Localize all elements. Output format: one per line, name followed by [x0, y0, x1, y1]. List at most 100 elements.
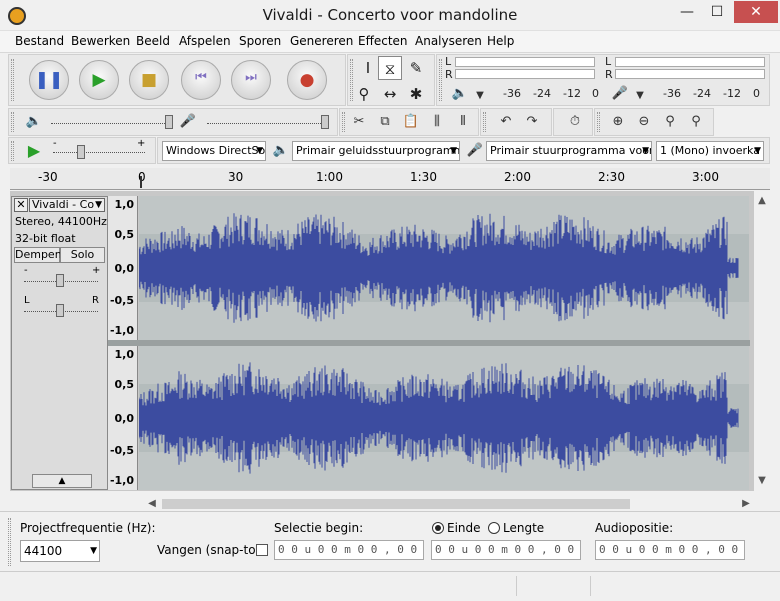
stop-button[interactable]: ■: [129, 60, 169, 100]
menu-effecten[interactable]: Effecten: [358, 34, 408, 48]
horizontal-scroll-thumb[interactable]: [162, 499, 630, 509]
play-meter-bar-r[interactable]: [615, 69, 765, 79]
ruler-tick-label: 2:30: [598, 170, 625, 184]
fit-selection-icon[interactable]: ⚲: [659, 111, 681, 133]
trim-icon[interactable]: ⫼: [426, 111, 448, 133]
gain-slider-thumb[interactable]: [56, 274, 64, 287]
chevron-down-icon[interactable]: ▼: [629, 85, 651, 107]
close-button[interactable]: ✕: [734, 1, 778, 23]
menu-beeld[interactable]: Beeld: [136, 34, 170, 48]
playhead-marker[interactable]: [140, 176, 148, 188]
microphone-icon[interactable]: 🎤: [609, 83, 631, 105]
speed-slider[interactable]: [53, 152, 145, 153]
playback-device-select[interactable]: Primair geluidsstuurprogramma ▼: [292, 141, 460, 161]
track-close-icon[interactable]: ✕: [14, 198, 28, 212]
recording-volume-slider[interactable]: [207, 123, 327, 124]
menu-bestand[interactable]: Bestand: [15, 34, 64, 48]
end-radio-label: Einde: [447, 521, 481, 535]
speaker-icon[interactable]: 🔈: [449, 83, 471, 105]
play-at-speed-icon[interactable]: ▶: [23, 140, 45, 162]
playback-volume-slider[interactable]: [51, 123, 171, 124]
mute-button[interactable]: Dempen: [14, 247, 62, 263]
track-control-panel[interactable]: ✕ Vivaldi - Co ▼ Stereo, 44100Hz 32-bit f…: [11, 196, 108, 490]
menu-bewerken[interactable]: Bewerken: [71, 34, 130, 48]
speed-slider-thumb[interactable]: [77, 145, 85, 159]
cut-icon[interactable]: ✂: [348, 111, 370, 133]
record-button[interactable]: ●: [287, 60, 327, 100]
recording-volume-thumb[interactable]: [321, 115, 329, 129]
play-meter-bar-l[interactable]: [615, 57, 765, 67]
menu-genereren[interactable]: Genereren: [290, 34, 353, 48]
fit-project-icon[interactable]: ⚲: [685, 111, 707, 133]
end-radio[interactable]: [432, 522, 444, 534]
scale-label: -0,5: [109, 294, 134, 307]
skip-end-icon: ⏭: [245, 70, 257, 85]
scroll-down-icon[interactable]: ▼: [754, 473, 770, 489]
menu-help[interactable]: Help: [487, 34, 514, 48]
undo-toolbar: ↶ ↷: [480, 108, 552, 136]
play-scale-label: -12: [723, 87, 741, 100]
minimize-button[interactable]: —: [672, 1, 702, 23]
toolbar-grip[interactable]: [11, 112, 14, 132]
audio-position-label: Audiopositie:: [595, 521, 674, 535]
solo-button[interactable]: Solo: [60, 247, 105, 263]
recording-channels-select[interactable]: 1 (Mono) invoerka ▼: [656, 141, 764, 161]
collapse-track-button[interactable]: ▲: [32, 474, 92, 488]
length-radio[interactable]: [488, 522, 500, 534]
selection-start-time[interactable]: 0 0 u 0 0 m 0 0 , 0 0 0 s: [274, 540, 424, 560]
silence-icon[interactable]: ⫴: [452, 111, 474, 133]
recording-device-select[interactable]: Primair stuurprogramma voor o ▼: [486, 141, 652, 161]
toolbar-grip[interactable]: [11, 141, 14, 161]
draw-tool-icon[interactable]: ✎: [404, 56, 428, 80]
timeline-ruler[interactable]: -30 0 30 1:00 1:30 2:00 2:30 3:00: [10, 168, 770, 190]
redo-icon[interactable]: ↷: [521, 111, 543, 133]
undo-icon[interactable]: ↶: [495, 111, 517, 133]
audio-position-time[interactable]: 0 0 u 0 0 m 0 0 , 0 0 0 s: [595, 540, 745, 560]
rec-meter-bar-r[interactable]: [455, 69, 595, 79]
maximize-button[interactable]: ☐: [702, 1, 732, 23]
envelope-tool-icon[interactable]: ⧖: [378, 56, 402, 80]
ruler-tick-label: 3:00: [692, 170, 719, 184]
menu-afspelen[interactable]: Afspelen: [179, 34, 231, 48]
waveform-channel-right[interactable]: [139, 346, 749, 490]
audio-host-select[interactable]: Windows DirectSo ▼: [162, 141, 266, 161]
play-scale-label: -36: [663, 87, 681, 100]
play-button[interactable]: ▶: [79, 60, 119, 100]
scroll-up-icon[interactable]: ▲: [754, 193, 770, 209]
pan-slider-thumb[interactable]: [56, 304, 64, 317]
track-name-menu[interactable]: Vivaldi - Co ▼: [29, 198, 105, 212]
chevron-down-icon: ▼: [642, 146, 649, 156]
toolbar-grip[interactable]: [8, 518, 11, 566]
rec-meter-bar-l[interactable]: [455, 57, 595, 67]
copy-icon[interactable]: ⧉: [374, 111, 396, 133]
snap-to-checkbox[interactable]: [256, 544, 268, 556]
scroll-left-icon[interactable]: ◀: [144, 496, 160, 512]
vertical-scrollbar[interactable]: ▲ ▼: [754, 191, 770, 491]
playback-volume-thumb[interactable]: [165, 115, 173, 129]
zoom-out-icon[interactable]: ⊖: [633, 111, 655, 133]
sync-lock-icon[interactable]: ⏱: [564, 111, 586, 133]
toolbar-grip[interactable]: [483, 112, 486, 132]
multi-tool-icon[interactable]: ✱: [404, 82, 428, 106]
toolbar-grip[interactable]: [439, 59, 442, 101]
zoom-in-icon[interactable]: ⊕: [607, 111, 629, 133]
horizontal-scrollbar[interactable]: ◀ ▶: [140, 496, 756, 512]
scroll-right-icon[interactable]: ▶: [738, 496, 754, 512]
toolbar-grip[interactable]: [11, 59, 14, 101]
toolbar-grip[interactable]: [342, 112, 345, 132]
selection-tool-icon[interactable]: I: [356, 56, 380, 80]
menu-sporen[interactable]: Sporen: [239, 34, 281, 48]
selection-end-time[interactable]: 0 0 u 0 0 m 0 0 , 0 0 0 s: [431, 540, 581, 560]
chevron-down-icon[interactable]: ▼: [469, 85, 491, 107]
pause-button[interactable]: ❚❚: [29, 60, 69, 100]
waveform-channel-left[interactable]: [139, 196, 749, 340]
zoom-tool-icon[interactable]: ⚲: [352, 82, 376, 106]
toolbar-grip[interactable]: [597, 112, 600, 132]
chevron-down-icon: ▼: [95, 200, 102, 210]
timeshift-tool-icon[interactable]: ↔: [378, 82, 402, 106]
menu-analyseren[interactable]: Analyseren: [415, 34, 482, 48]
project-rate-select[interactable]: 44100 ▼: [20, 540, 100, 562]
paste-icon[interactable]: 📋: [400, 111, 422, 133]
skip-end-button[interactable]: ⏭: [231, 60, 271, 100]
skip-start-button[interactable]: ⏮: [181, 60, 221, 100]
